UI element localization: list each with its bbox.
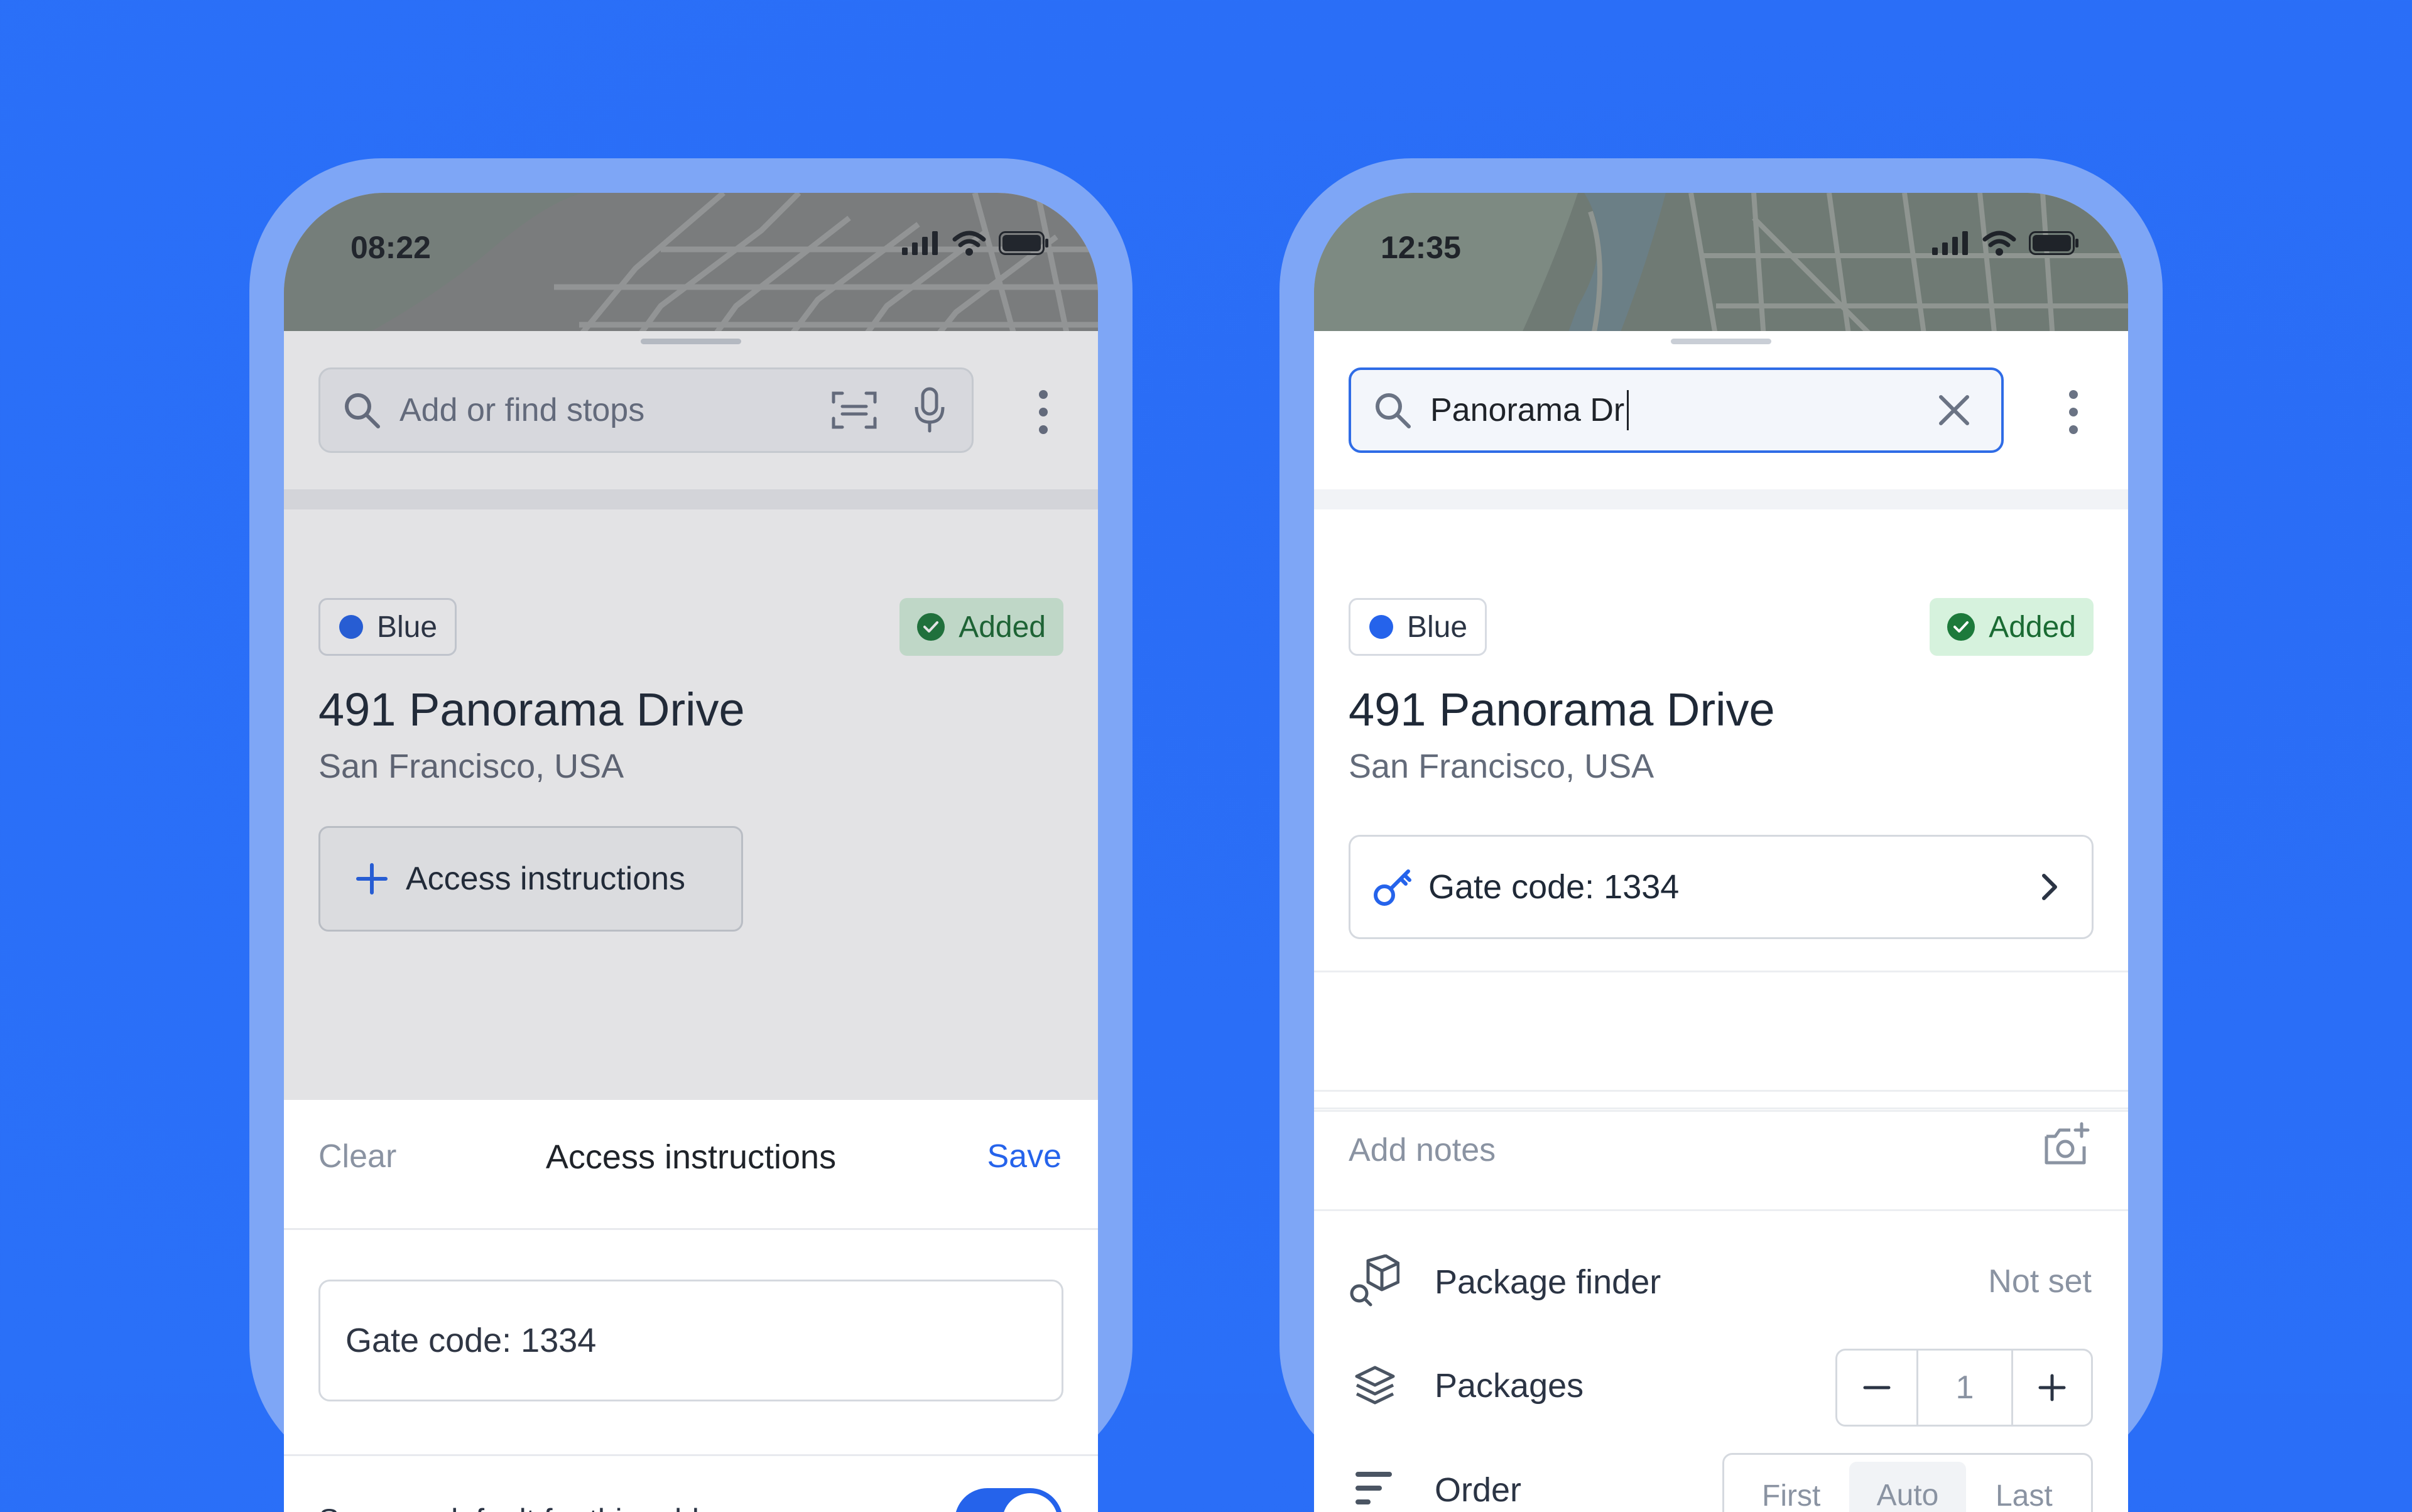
packages-stepper[interactable]: 1 bbox=[1835, 1349, 2093, 1427]
status-badge-label: Added bbox=[959, 610, 1046, 645]
save-default-toggle[interactable] bbox=[955, 1488, 1063, 1512]
status-badge-label: Added bbox=[1989, 610, 2076, 645]
notes-top-divider bbox=[1314, 971, 2128, 972]
modal-title: Access instructions bbox=[284, 1138, 1098, 1177]
stop-city: San Francisco, USA bbox=[318, 747, 624, 786]
access-instructions-input[interactable]: Gate code: 1334 bbox=[318, 1280, 1063, 1401]
layers-icon bbox=[1353, 1364, 1397, 1408]
add-photo-icon[interactable] bbox=[2043, 1121, 2093, 1169]
order-icon bbox=[1355, 1471, 1393, 1508]
battery-icon bbox=[999, 231, 1049, 255]
stop-address: 491 Panorama Drive bbox=[318, 683, 745, 736]
package-finder-value[interactable]: Not set bbox=[1988, 1263, 2092, 1300]
wifi-icon bbox=[952, 231, 986, 256]
search-input[interactable]: Panorama Dr bbox=[1430, 391, 1624, 429]
order-segmented-control[interactable]: First Auto Last bbox=[1722, 1453, 2093, 1512]
packages-section-divider bbox=[1314, 1209, 2128, 1211]
search-input[interactable]: Add or find stops bbox=[399, 391, 644, 429]
clear-search-icon[interactable] bbox=[1937, 393, 1971, 427]
section-divider bbox=[1314, 489, 2128, 509]
divider bbox=[1314, 1107, 2128, 1109]
save-button[interactable]: Save bbox=[987, 1138, 1062, 1175]
phone-screen: 08:22 bbox=[284, 193, 1098, 1512]
packages-label: Packages bbox=[1435, 1366, 1584, 1405]
minus-icon bbox=[1863, 1384, 1891, 1391]
signal-icon bbox=[902, 231, 940, 255]
plus-icon bbox=[356, 862, 388, 895]
stop-city: San Francisco, USA bbox=[1349, 747, 1654, 786]
package-finder-icon bbox=[1347, 1254, 1399, 1307]
color-tag[interactable]: Blue bbox=[1349, 598, 1487, 656]
search-icon bbox=[342, 390, 382, 430]
color-dot-icon bbox=[1369, 615, 1393, 639]
section-divider bbox=[284, 489, 1098, 509]
status-icons bbox=[902, 231, 1049, 256]
wifi-icon bbox=[1982, 231, 2016, 256]
modal-divider bbox=[284, 1454, 1098, 1456]
access-instructions-input-value: Gate code: 1334 bbox=[345, 1321, 596, 1360]
more-options-icon[interactable] bbox=[1039, 390, 1048, 443]
phone-left: 08:22 bbox=[249, 158, 1133, 1477]
packages-count[interactable]: 1 bbox=[1918, 1351, 2013, 1425]
stop-address: 491 Panorama Drive bbox=[1349, 683, 1775, 736]
more-options-icon[interactable] bbox=[2069, 390, 2078, 443]
signal-icon bbox=[1932, 231, 1970, 255]
status-time: 08:22 bbox=[350, 229, 431, 266]
status-badge: Added bbox=[899, 598, 1063, 656]
order-option-last[interactable]: Last bbox=[1966, 1479, 2082, 1512]
search-bar[interactable]: Add or find stops bbox=[318, 367, 974, 453]
phone-screen: 12:35 bbox=[1314, 193, 2128, 1512]
text-cursor bbox=[1627, 390, 1629, 430]
scan-icon[interactable] bbox=[831, 389, 877, 431]
microphone-icon[interactable] bbox=[914, 387, 945, 433]
search-icon bbox=[1372, 390, 1413, 430]
stop-sheet: Panorama Dr Blue Added 491 Panorama Driv… bbox=[1314, 331, 2128, 1512]
decrement-button[interactable] bbox=[1837, 1351, 1918, 1425]
search-bar[interactable]: Panorama Dr bbox=[1349, 367, 2004, 453]
save-default-label: Save as default for this address bbox=[318, 1502, 758, 1512]
order-label: Order bbox=[1435, 1471, 1521, 1509]
chevron-right-icon bbox=[2040, 872, 2059, 902]
battery-icon bbox=[2029, 231, 2079, 255]
color-tag-label: Blue bbox=[1407, 610, 1467, 645]
status-time: 12:35 bbox=[1381, 229, 1461, 266]
notes-divider bbox=[1314, 1090, 2128, 1092]
check-circle-icon bbox=[1947, 613, 1975, 641]
gate-code-row[interactable]: Gate code: 1334 bbox=[1349, 835, 2094, 939]
gate-code-label: Gate code: 1334 bbox=[1428, 867, 1679, 906]
status-badge: Added bbox=[1930, 598, 2094, 656]
phone-right: 12:35 bbox=[1279, 158, 2163, 1477]
order-option-first[interactable]: First bbox=[1733, 1479, 1849, 1512]
access-instructions-button[interactable]: Access instructions bbox=[318, 826, 743, 932]
sheet-grabber[interactable] bbox=[1671, 339, 1771, 344]
check-circle-icon bbox=[917, 613, 945, 641]
plus-icon bbox=[2038, 1374, 2066, 1401]
access-instructions-button-label: Access instructions bbox=[406, 860, 685, 898]
key-icon bbox=[1372, 866, 1413, 908]
status-icons bbox=[1932, 231, 2079, 256]
sheet-grabber[interactable] bbox=[641, 339, 741, 344]
toggle-knob bbox=[1002, 1493, 1058, 1512]
add-notes-input[interactable]: Add notes bbox=[1349, 1131, 1496, 1169]
color-tag-label: Blue bbox=[377, 610, 437, 645]
modal-header-divider bbox=[284, 1228, 1098, 1230]
package-finder-label: Package finder bbox=[1435, 1263, 1661, 1302]
access-instructions-modal: Clear Access instructions Save Gate code… bbox=[284, 1100, 1098, 1512]
divider bbox=[1314, 1110, 2128, 1112]
color-tag[interactable]: Blue bbox=[318, 598, 457, 656]
order-option-auto[interactable]: Auto bbox=[1849, 1462, 1965, 1512]
color-dot-icon bbox=[339, 615, 363, 639]
increment-button[interactable] bbox=[2013, 1351, 2091, 1425]
